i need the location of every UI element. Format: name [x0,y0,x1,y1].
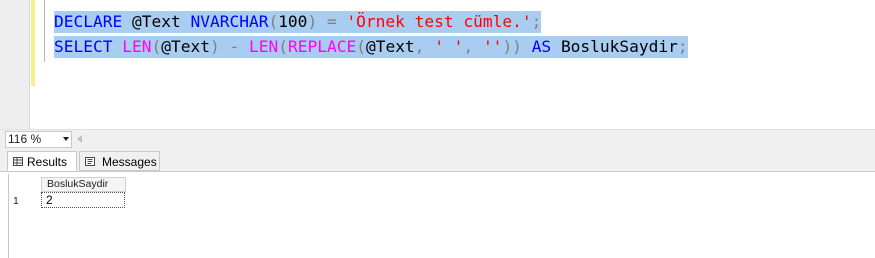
code-token: ) [307,12,318,31]
ssms-query-window: DECLARE @Text NVARCHAR(100) = 'Örnek tes… [0,0,875,258]
results-grid[interactable]: BoslukSaydir 1 2 [8,174,875,258]
grid-cell[interactable]: 2 [41,192,125,208]
row-number[interactable]: 1 [13,194,19,209]
code-token: SELECT [54,37,113,56]
code-token: ( [268,12,279,31]
column-header-boslukssaydir[interactable]: BoslukSaydir [41,177,126,192]
editor-status-strip: 116 % [0,129,875,149]
tab-messages[interactable]: Messages [79,151,160,171]
code-token: ( [356,37,366,56]
code-token: ( [151,37,162,56]
code-token: '' [482,37,503,56]
results-tab-strip: Results Messages [0,149,875,172]
code-token: ; [677,37,688,56]
code-token: , [463,37,483,56]
code-token: ; [531,12,542,31]
tab-results-label: Results [27,155,68,169]
code-token: ( [278,37,288,56]
code-token: - [219,37,249,56]
code-token: @Text [161,37,210,56]
code-token: 'Örnek test cümle.' [346,12,532,31]
outline-collapse-line [44,0,45,62]
code-token: ) [209,37,220,56]
code-line-2[interactable]: SELECT LEN(@Text) - LEN(REPLACE(@Text, '… [54,36,688,58]
code-token: LEN [248,37,279,56]
scroll-left-arrow-icon[interactable] [77,135,82,143]
zoom-value: 116 % [8,132,42,146]
code-token: 100 [278,12,308,31]
messages-icon [85,157,95,166]
code-token: BoslukSaydir [560,37,678,56]
code-token: @Text [131,12,181,31]
chevron-down-icon[interactable] [63,137,69,141]
editor-gutter [0,0,30,129]
code-token: ' ' [434,37,464,56]
tab-results[interactable]: Results [7,151,77,171]
change-tracking-bar [31,0,35,86]
tab-messages-label: Messages [102,155,157,169]
query-editor[interactable]: DECLARE @Text NVARCHAR(100) = 'Örnek tes… [0,0,875,129]
zoom-dropdown[interactable]: 116 % [5,131,72,148]
grid-icon [13,157,23,166]
code-token: = [317,12,347,31]
code-token: @Text [365,37,415,56]
code-token: NVARCHAR [190,12,269,31]
code-line-1[interactable]: DECLARE @Text NVARCHAR(100) = 'Örnek tes… [54,11,542,33]
code-token: )) [502,37,522,56]
code-token: REPLACE [287,37,357,56]
results-pane: Results Messages BoslukSaydir 1 2 [0,149,875,258]
code-token: DECLARE [54,12,123,31]
code-token: , [414,37,435,56]
code-token: AS [531,37,552,56]
code-token: LEN [122,37,152,56]
